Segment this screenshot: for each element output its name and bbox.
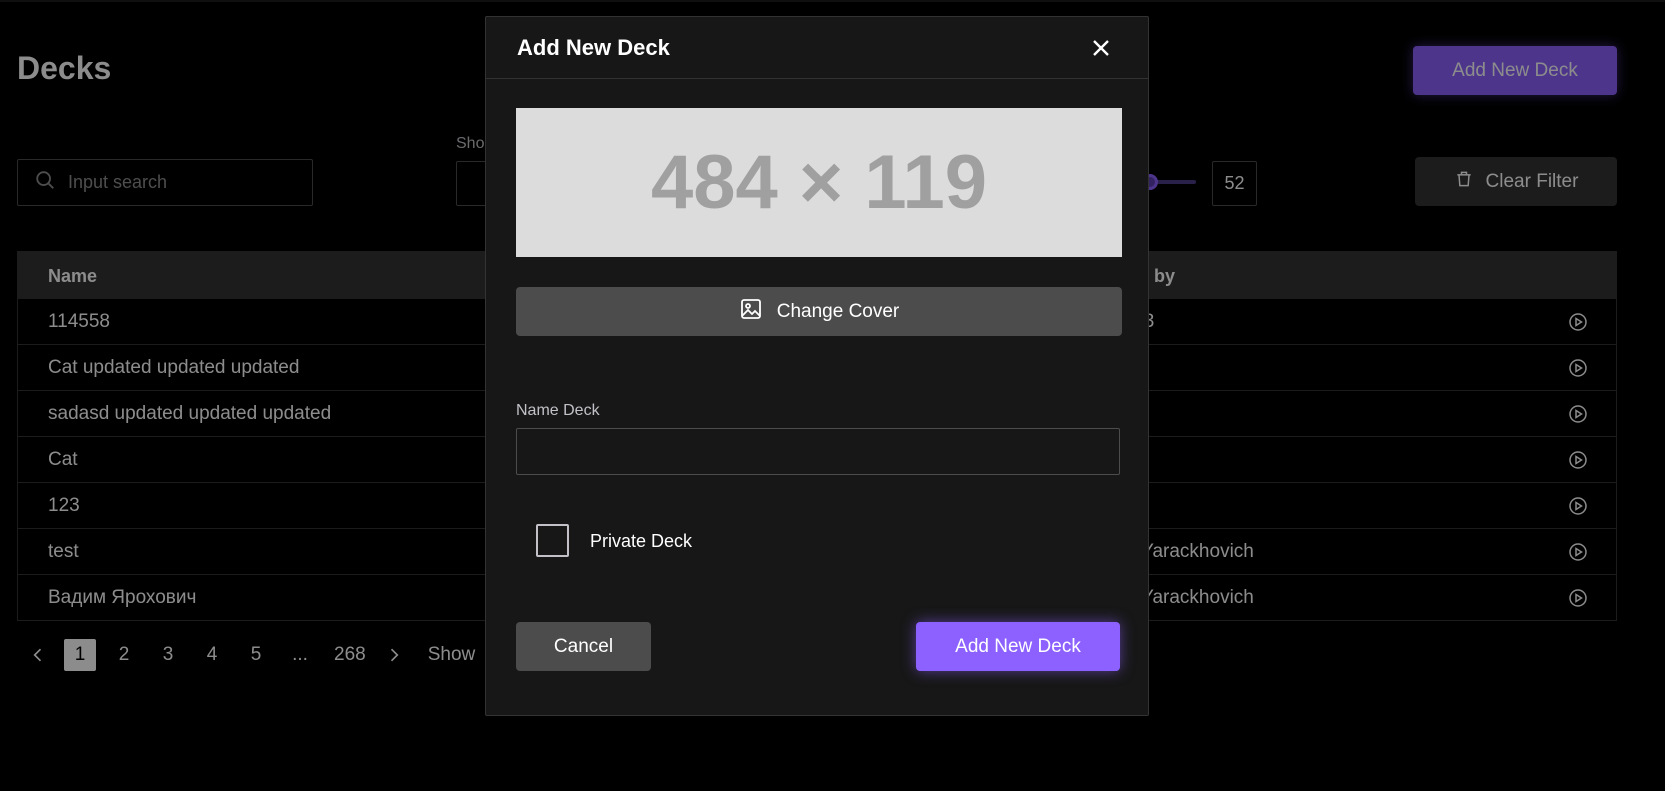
private-deck-label[interactable]: Private Deck — [590, 531, 692, 552]
add-new-deck-submit-button[interactable]: Add New Deck — [916, 622, 1120, 671]
modal-title: Add New Deck — [517, 35, 670, 60]
add-deck-modal: Add New Deck 484 × 119 Change Cover Name… — [485, 16, 1149, 716]
name-deck-label: Name Deck — [516, 402, 600, 419]
change-cover-label: Change Cover — [776, 300, 900, 322]
close-icon[interactable] — [1091, 38, 1111, 58]
modal-header: Add New Deck — [486, 17, 1148, 79]
name-deck-input[interactable] — [516, 428, 1120, 475]
image-icon — [739, 297, 763, 327]
cover-image-placeholder: 484 × 119 — [516, 108, 1122, 257]
private-deck-checkbox[interactable] — [536, 524, 569, 557]
change-cover-button[interactable]: Change Cover — [516, 287, 1122, 336]
cancel-button[interactable]: Cancel — [516, 622, 651, 671]
